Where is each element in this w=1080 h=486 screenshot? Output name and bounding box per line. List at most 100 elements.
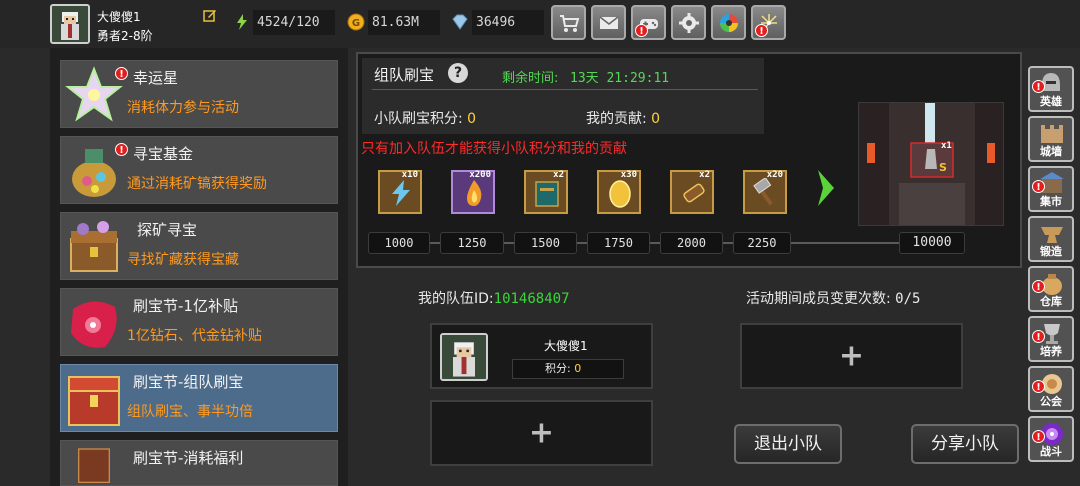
nav-guild[interactable]: ! 公会 — [1028, 366, 1074, 412]
empty-member-slot[interactable]: + — [430, 400, 653, 466]
panel-title: 组队刷宝 — [374, 66, 435, 84]
member-change-label: 活动期间成员变更次数: — [746, 291, 891, 307]
color-wheel-button[interactable] — [711, 5, 746, 40]
milestone-final: 10000 — [899, 232, 965, 254]
player-rank: 勇者2-8阶 — [97, 29, 153, 43]
mail-icon — [599, 16, 619, 29]
edit-icon[interactable] — [203, 8, 217, 22]
list-item-title: 刷宝节-组队刷宝 — [133, 373, 244, 391]
milestone: 1500 — [514, 232, 577, 254]
nav-label: 集市 — [1040, 195, 1062, 208]
scene-reward-qty: x1 — [941, 141, 952, 151]
list-item-treasure-fund[interactable]: ! 寻宝基金 通过消耗矿镐获得奖励 — [60, 136, 338, 204]
diamond-value: 36496 — [472, 10, 544, 35]
reward-qty: x2 — [553, 170, 564, 180]
member-avatar — [440, 333, 488, 381]
svg-text:G: G — [352, 18, 360, 29]
progress-track — [504, 242, 514, 244]
member-score: 积分: 0 — [512, 359, 624, 379]
alert-badge: ! — [115, 67, 128, 80]
list-item-desc: 消耗体力参与活动 — [127, 100, 239, 116]
hammer-icon — [753, 178, 773, 206]
player-name: 大傻傻1 — [97, 10, 141, 24]
settings-button[interactable] — [671, 5, 706, 40]
help-icon[interactable]: ? — [448, 63, 468, 83]
share-team-button[interactable]: 分享小队 — [911, 424, 1019, 464]
list-item-mining-treasure[interactable]: 探矿寻宝 寻找矿藏获得宝藏 — [60, 212, 338, 280]
team-id-label: 我的队伍ID: — [418, 291, 494, 307]
leave-team-button[interactable]: 退出小队 — [734, 424, 842, 464]
gear-icon — [679, 13, 699, 33]
activity-list: ! 幸运星 消耗体力参与活动 ! 寻宝基金 通过消耗矿镐获得奖励 探矿寻宝 寻找… — [50, 48, 348, 486]
reward-qty: x30 — [620, 170, 637, 180]
alert-badge: ! — [1032, 280, 1045, 293]
red-flower-icon — [71, 301, 117, 348]
reward-item[interactable]: x2 — [670, 170, 714, 214]
chest-icon — [68, 376, 120, 426]
list-item-title: 幸运星 — [133, 69, 179, 87]
mail-button[interactable] — [591, 5, 626, 40]
progress-track — [791, 242, 899, 244]
top-bar: 大傻傻1 勇者2-8阶 4524/120 G 81.63M 36496 ! ! — [0, 0, 1080, 48]
reward-item[interactable]: x20 — [743, 170, 787, 214]
nav-label: 仓库 — [1040, 295, 1062, 308]
team-farm-panel: 组队刷宝 ? 剩余时间: 13天 21:29:11 小队刷宝积分: 0 我的贡献… — [356, 52, 1022, 268]
list-item-title: 刷宝节-消耗福利 — [133, 449, 244, 467]
team-score-value: 0 — [467, 111, 477, 127]
chevron-right-icon[interactable] — [814, 166, 838, 210]
divider — [372, 89, 758, 90]
nav-label: 英雄 — [1040, 95, 1062, 108]
team-member-slot[interactable]: 大傻傻1 积分: 0 — [430, 323, 653, 389]
nav-label: 培养 — [1040, 345, 1062, 358]
gamepad-button[interactable]: ! — [631, 5, 666, 40]
color-wheel-icon — [720, 14, 738, 32]
milestone: 1250 — [440, 232, 504, 254]
scene-reward-grade: S — [939, 161, 947, 174]
list-item-desc: 寻找矿藏获得宝藏 — [127, 252, 239, 268]
nav-label: 城墙 — [1040, 145, 1062, 158]
stamina-value: 4524/120 — [253, 10, 335, 35]
progress-track — [430, 242, 440, 244]
nav-train[interactable]: ! 培养 — [1028, 316, 1074, 362]
nav-battle[interactable]: ! 战斗 — [1028, 416, 1074, 462]
alert-badge: ! — [755, 24, 768, 37]
fireworks-button[interactable]: ! — [751, 5, 786, 40]
my-contribution: 我的贡献: 0 — [586, 108, 660, 128]
list-item-title: 探矿寻宝 — [137, 221, 198, 239]
progress-track — [723, 242, 733, 244]
nav-hero[interactable]: ! 英雄 — [1028, 66, 1074, 112]
player-avatar[interactable] — [50, 4, 90, 44]
reward-item[interactable]: x10 — [378, 170, 422, 214]
alert-badge: ! — [115, 143, 128, 156]
reward-qty: x20 — [766, 170, 783, 180]
gold-icon: G — [347, 13, 365, 31]
alert-badge: ! — [1032, 180, 1045, 193]
panel-header: 组队刷宝 ? 剩余时间: 13天 21:29:11 小队刷宝积分: 0 我的贡献… — [362, 58, 764, 134]
nav-forge[interactable]: 锻造 — [1028, 216, 1074, 262]
progress-track — [577, 242, 587, 244]
scroll-icon — [683, 183, 705, 203]
team-id-value: 101468407 — [493, 291, 570, 307]
shop-button[interactable] — [551, 5, 586, 40]
list-item-desc: 组队刷宝、事半功倍 — [127, 404, 253, 420]
reward-item[interactable]: x30 — [597, 170, 641, 214]
reward-item[interactable]: x2 — [524, 170, 568, 214]
list-item-subsidy[interactable]: 刷宝节-1亿补贴 1亿钻石、代金钻补贴 — [60, 288, 338, 356]
list-item-title: 寻宝基金 — [133, 145, 194, 163]
nav-label: 公会 — [1040, 395, 1062, 408]
member-score-label: 积分: — [545, 362, 571, 375]
diamond-icon — [452, 14, 468, 30]
list-item-consume-welfare[interactable]: 刷宝节-消耗福利 — [60, 440, 338, 486]
dungeon-image — [859, 103, 1003, 225]
list-item-lucky-star[interactable]: ! 幸运星 消耗体力参与活动 — [60, 60, 338, 128]
add-member-icon: + — [838, 338, 865, 374]
remaining-time-label: 剩余时间: — [502, 71, 559, 86]
nav-wall[interactable]: 城墙 — [1028, 116, 1074, 162]
list-item-title: 刷宝节-1亿补贴 — [133, 297, 238, 315]
empty-member-slot[interactable]: + — [740, 323, 963, 389]
list-item-team-farm[interactable]: 刷宝节-组队刷宝 组队刷宝、事半功倍 — [60, 364, 338, 432]
team-score-label: 小队刷宝积分: — [374, 111, 463, 127]
nav-market[interactable]: ! 集市 — [1028, 166, 1074, 212]
reward-item[interactable]: x200 — [451, 170, 495, 214]
nav-warehouse[interactable]: ! 仓库 — [1028, 266, 1074, 312]
